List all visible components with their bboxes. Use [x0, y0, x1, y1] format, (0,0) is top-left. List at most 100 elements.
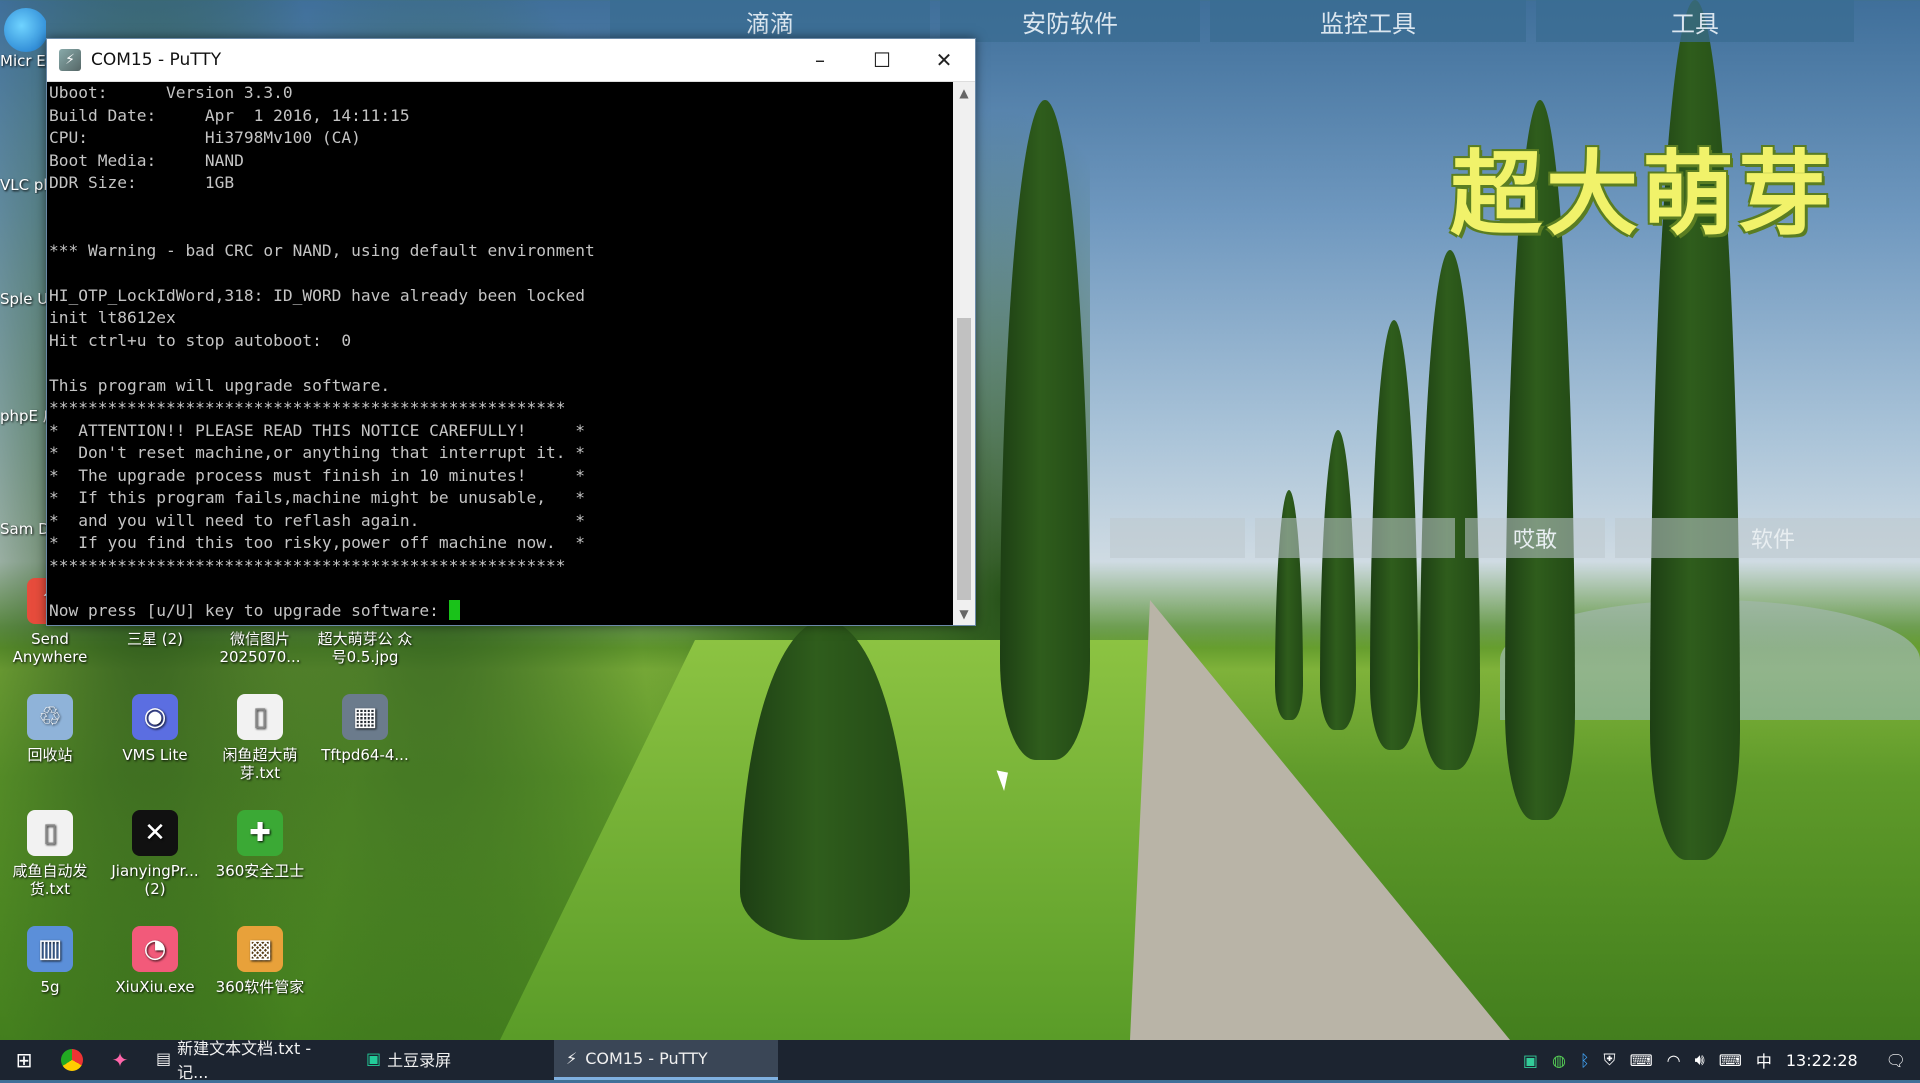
desktop-icon[interactable]: ◉ VMS Lite: [105, 694, 205, 764]
text-file-icon: ▯: [27, 810, 73, 856]
terminal-line: Build Date: Apr 1 2016, 14:11:15: [49, 105, 410, 125]
desktop-icon-label: JianyingPr... (2): [111, 862, 199, 898]
desktop-icon-label: 咸鱼自动发 货.txt: [12, 862, 88, 898]
terminal-output[interactable]: Uboot: Version 3.3.0 Build Date: Apr 1 20…: [47, 82, 955, 625]
tftpd-icon: ▦: [342, 694, 388, 740]
desktop-icon-label: Micr Ed: [0, 52, 46, 70]
clock[interactable]: 13:22:28: [1786, 1051, 1858, 1070]
samsung-icon-partial[interactable]: Sam D: [0, 520, 46, 538]
close-button[interactable]: ✕: [913, 39, 975, 81]
mid-category-1[interactable]: [1110, 518, 1245, 558]
desktop-icon[interactable]: ◔ XiuXiu.exe: [105, 926, 205, 996]
category-didi[interactable]: 滴滴: [610, 0, 930, 42]
notepad-icon: ▤: [156, 1049, 172, 1068]
xiuxiu-icon: ◔: [132, 926, 178, 972]
splashtop-icon-partial[interactable]: Sple Ut: [0, 290, 46, 308]
desktop-icon[interactable]: ▦ Tftpd64-4...: [315, 694, 415, 764]
terminal-line: DDR Size: 1GB: [49, 173, 235, 192]
category-monitor-tools[interactable]: 监控工具: [1210, 0, 1526, 42]
keyboard-icon[interactable]: ⌨: [1719, 1051, 1742, 1070]
tray-ime-tool-icon[interactable]: ⌨: [1630, 1051, 1653, 1070]
terminal-line: *** Warning - bad CRC or NAND, using def…: [49, 240, 595, 260]
mid-category-bar: 哎敢 软件: [1110, 518, 1920, 558]
category-security-software[interactable]: 安防软件: [940, 0, 1200, 42]
desktop-icon-label: 360安全卫士: [215, 862, 305, 880]
desktop-icon-label: 闲鱼超大萌 芽.txt: [222, 746, 298, 782]
terminal-line: * and you will need to reflash again. *: [49, 510, 586, 530]
mid-category-4[interactable]: 软件: [1615, 518, 1920, 558]
system-tray: ▣ ◍ ᛒ ⛨ ⌨ ◠ 🔊︎ ⌨ 中 13:22:28 🗨︎: [1523, 1040, 1920, 1080]
volume-icon[interactable]: 🔊︎: [1695, 1050, 1705, 1070]
desktop-icon-label: VLC pla: [0, 176, 46, 194]
desktop-icon-label: 微信图片 2025070...: [219, 630, 301, 666]
desktop-icon[interactable]: ✚ 360安全卫士: [210, 810, 310, 880]
desktop-icon-label: VMS Lite: [122, 746, 188, 764]
watermark-text: 超大萌芽: [1450, 141, 1835, 248]
ime-indicator[interactable]: 中: [1756, 1048, 1772, 1072]
task-putty[interactable]: ⚡ COM15 - PuTTY: [554, 1040, 778, 1080]
putty-icon: ⚡: [566, 1049, 578, 1068]
terminal-line: Boot Media: NAND: [49, 150, 244, 170]
tray-app-icon[interactable]: ▣: [1523, 1051, 1538, 1070]
scroll-down-icon[interactable]: ▼: [953, 603, 975, 625]
desktop-icon-label: 超大萌芽公 众号0.5.jpg: [317, 630, 413, 666]
terminal-line: * The upgrade process must finish in 10 …: [49, 465, 586, 485]
chrome-icon[interactable]: [48, 1040, 96, 1080]
desktop-icon[interactable]: ▯ 闲鱼超大萌 芽.txt: [210, 694, 310, 782]
360-safe-icon: ✚: [237, 810, 283, 856]
vms-lite-icon: ◉: [132, 694, 178, 740]
desktop-icon-label: Sam D: [0, 520, 46, 538]
terminal-line: * Don't reset machine,or anything that i…: [49, 443, 586, 462]
wallpaper-tree: [1420, 250, 1480, 770]
wechat-icon[interactable]: ◍: [1552, 1051, 1566, 1070]
putty-titlebar[interactable]: ⚡ COM15 - PuTTY – ☐ ✕: [47, 39, 975, 82]
terminal-line: This program will upgrade software.: [49, 375, 391, 395]
scroll-up-icon[interactable]: ▲: [953, 82, 975, 104]
jianying-icon: ✕: [132, 810, 178, 856]
app-pinned-icon[interactable]: ✦: [96, 1040, 144, 1080]
edge-icon-partial[interactable]: Micr Ed: [0, 8, 46, 70]
desktop-icon-label: 360软件管家: [215, 978, 305, 996]
network-icon[interactable]: ◠: [1667, 1051, 1681, 1070]
task-notepad[interactable]: ▤ 新建文本文档.txt - 记...: [144, 1039, 354, 1082]
putty-window[interactable]: ⚡ COM15 - PuTTY – ☐ ✕ Uboot: Version 3.3…: [46, 38, 976, 626]
desktop-icon[interactable]: ✕ JianyingPr... (2): [105, 810, 205, 898]
task-screen-recorder[interactable]: ▣ 土豆录屏: [354, 1040, 554, 1080]
task-label: COM15 - PuTTY: [585, 1049, 708, 1068]
phpe-icon-partial[interactable]: phpE 启动: [0, 405, 46, 426]
terminal-line: * If you find this too risky,power off m…: [49, 533, 586, 552]
desktop-icon[interactable]: ♲ 回收站: [0, 694, 100, 764]
terminal-line: * If this program fails,machine might be…: [49, 488, 586, 507]
text-file-icon: ▯: [237, 694, 283, 740]
wallpaper-tree: [1320, 430, 1356, 730]
desktop-icon[interactable]: ▯ 咸鱼自动发 货.txt: [0, 810, 100, 898]
scrollbar-thumb[interactable]: [957, 318, 971, 600]
terminal-line: Hit ctrl+u to stop autoboot: 0: [49, 330, 352, 350]
desktop-icon-label: Sple Ut: [0, 290, 46, 308]
desktop-icon-label: Send Anywhere: [12, 630, 88, 666]
minimize-button[interactable]: –: [789, 39, 851, 81]
tray-security-icon[interactable]: ⛨: [1604, 1050, 1616, 1070]
putty-app-icon: ⚡: [59, 49, 81, 71]
task-label: 新建文本文档.txt - 记...: [177, 1038, 312, 1082]
mid-category-3[interactable]: 哎敢: [1465, 518, 1605, 558]
desktop-icon-label: XiuXiu.exe: [115, 978, 195, 996]
terminal-scrollbar[interactable]: ▲ ▼: [953, 82, 975, 625]
terminal-line: Now press [u/U] key to upgrade software:: [49, 599, 955, 623]
vlc-icon-partial[interactable]: VLC pla: [0, 176, 46, 194]
notification-icon[interactable]: 🗨︎: [1886, 1051, 1906, 1070]
bluetooth-icon[interactable]: ᛒ: [1580, 1051, 1590, 1070]
windows-start-icon[interactable]: ⊞: [0, 1040, 48, 1080]
desktop-icon[interactable]: ▥ 5g: [0, 926, 100, 996]
maximize-button[interactable]: ☐: [851, 39, 913, 81]
terminal-line: * ATTENTION!! PLEASE READ THIS NOTICE CA…: [49, 420, 586, 440]
mid-category-2[interactable]: [1255, 518, 1455, 558]
recorder-icon: ▣: [366, 1049, 382, 1068]
desktop-icon[interactable]: ▩ 360软件管家: [210, 926, 310, 996]
category-tools[interactable]: 工具: [1536, 0, 1854, 42]
terminal-line: init lt8612ex: [49, 308, 176, 327]
